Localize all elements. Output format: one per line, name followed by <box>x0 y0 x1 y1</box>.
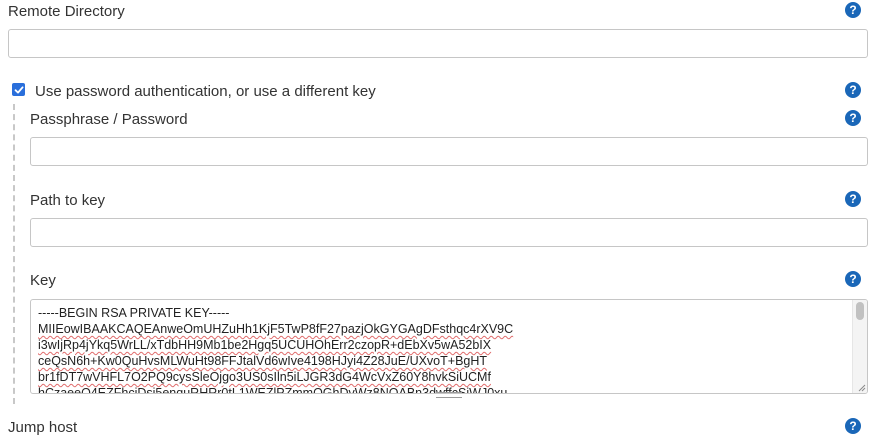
nested-section-indent <box>13 104 15 404</box>
remote-directory-label: Remote Directory <box>8 3 125 20</box>
key-line: ceQsN6h+Kw0QuHvsMLWuHt98FFJtalVd6wIve419… <box>38 354 488 368</box>
passphrase-label: Passphrase / Password <box>30 111 188 128</box>
passphrase-input[interactable] <box>30 137 868 166</box>
help-icon[interactable]: ? <box>845 82 861 98</box>
path-to-key-input[interactable] <box>30 218 868 247</box>
resize-grip-icon[interactable] <box>856 382 866 392</box>
help-icon[interactable]: ? <box>845 2 861 18</box>
path-to-key-label: Path to key <box>30 192 106 209</box>
help-icon[interactable]: ? <box>845 418 861 434</box>
remote-directory-input[interactable] <box>8 29 868 58</box>
help-icon[interactable]: ? <box>845 110 861 126</box>
key-label: Key <box>30 272 56 289</box>
key-line: br1fDT7wVHFL7O2PQ9cysSleOjgo3US0sIln5iLJ… <box>38 370 491 384</box>
key-textarea[interactable]: -----BEGIN RSA PRIVATE KEY----- MIIEowIB… <box>30 299 868 394</box>
use-password-auth-label[interactable]: Use password authentication, or use a di… <box>35 83 376 100</box>
scrollbar-thumb[interactable] <box>856 302 864 320</box>
key-line: i3wIjRp4jYkq5WrLL/xTdbHH9Mb1be2Hgq5UCUHO… <box>38 338 492 352</box>
checkmark-icon <box>14 85 23 93</box>
key-line: -----BEGIN RSA PRIVATE KEY----- <box>38 306 230 320</box>
textarea-drag-handle[interactable] <box>436 392 462 398</box>
key-line: MIIEowIBAAKCAQEAnweOmUHZuHh1KjF5TwP8fF27… <box>38 322 514 336</box>
help-icon[interactable]: ? <box>845 191 861 207</box>
use-password-auth-checkbox[interactable] <box>12 83 25 96</box>
key-scrollbar[interactable] <box>852 300 867 393</box>
help-icon[interactable]: ? <box>845 271 861 287</box>
